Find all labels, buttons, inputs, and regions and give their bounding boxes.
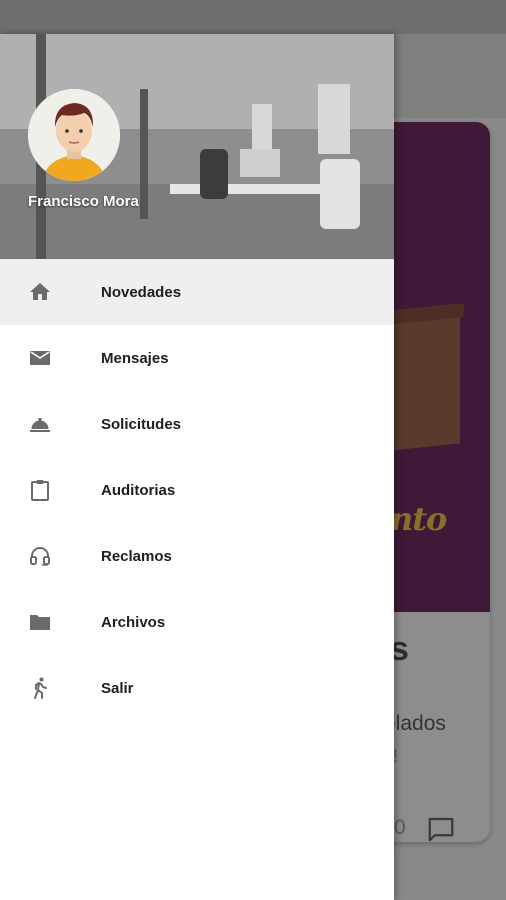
status-bar bbox=[0, 0, 506, 34]
menu-item-label: Archivos bbox=[101, 613, 166, 631]
menu-item-novedades[interactable]: Novedades bbox=[0, 259, 394, 325]
menu-item-label: Salir bbox=[101, 679, 134, 697]
clipboard-icon bbox=[28, 478, 52, 502]
drawer-menu: Novedades Mensajes Solicitudes Auditoria… bbox=[0, 259, 394, 721]
office-window bbox=[318, 84, 350, 154]
card-logo-text: nto bbox=[390, 500, 447, 538]
office-chair bbox=[320, 159, 360, 229]
gift-box-image bbox=[390, 313, 460, 451]
office-monitor bbox=[240, 149, 280, 177]
office-desk bbox=[170, 184, 320, 194]
navigation-drawer: Francisco Mora Novedades Mensajes Solici… bbox=[0, 34, 394, 900]
office-chair bbox=[200, 149, 228, 199]
avatar[interactable] bbox=[28, 89, 120, 181]
menu-item-label: Novedades bbox=[101, 283, 182, 301]
drawer-header: Francisco Mora bbox=[0, 34, 394, 259]
menu-item-reclamos[interactable]: Reclamos bbox=[0, 523, 394, 589]
user-name: Francisco Mora bbox=[28, 193, 139, 210]
menu-item-solicitudes[interactable]: Solicitudes bbox=[0, 391, 394, 457]
menu-item-label: Auditorias bbox=[101, 481, 176, 499]
menu-item-archivos[interactable]: Archivos bbox=[0, 589, 394, 655]
menu-item-salir[interactable]: Salir bbox=[0, 655, 394, 721]
menu-item-label: Mensajes bbox=[101, 349, 169, 367]
headset-icon bbox=[28, 544, 52, 568]
avatar-illustration bbox=[28, 89, 120, 181]
walking-person-icon bbox=[28, 676, 52, 700]
mail-icon bbox=[28, 346, 52, 370]
home-icon bbox=[28, 280, 52, 304]
comment-icon[interactable] bbox=[426, 814, 456, 842]
office-pillar bbox=[140, 89, 148, 219]
menu-item-label: Solicitudes bbox=[101, 415, 182, 433]
menu-item-mensajes[interactable]: Mensajes bbox=[0, 325, 394, 391]
menu-item-auditorias[interactable]: Auditorias bbox=[0, 457, 394, 523]
folder-icon bbox=[28, 610, 52, 634]
menu-item-label: Reclamos bbox=[101, 547, 172, 565]
office-window bbox=[252, 104, 272, 149]
room-service-icon bbox=[28, 412, 52, 436]
comment-count: 0 bbox=[394, 816, 406, 839]
